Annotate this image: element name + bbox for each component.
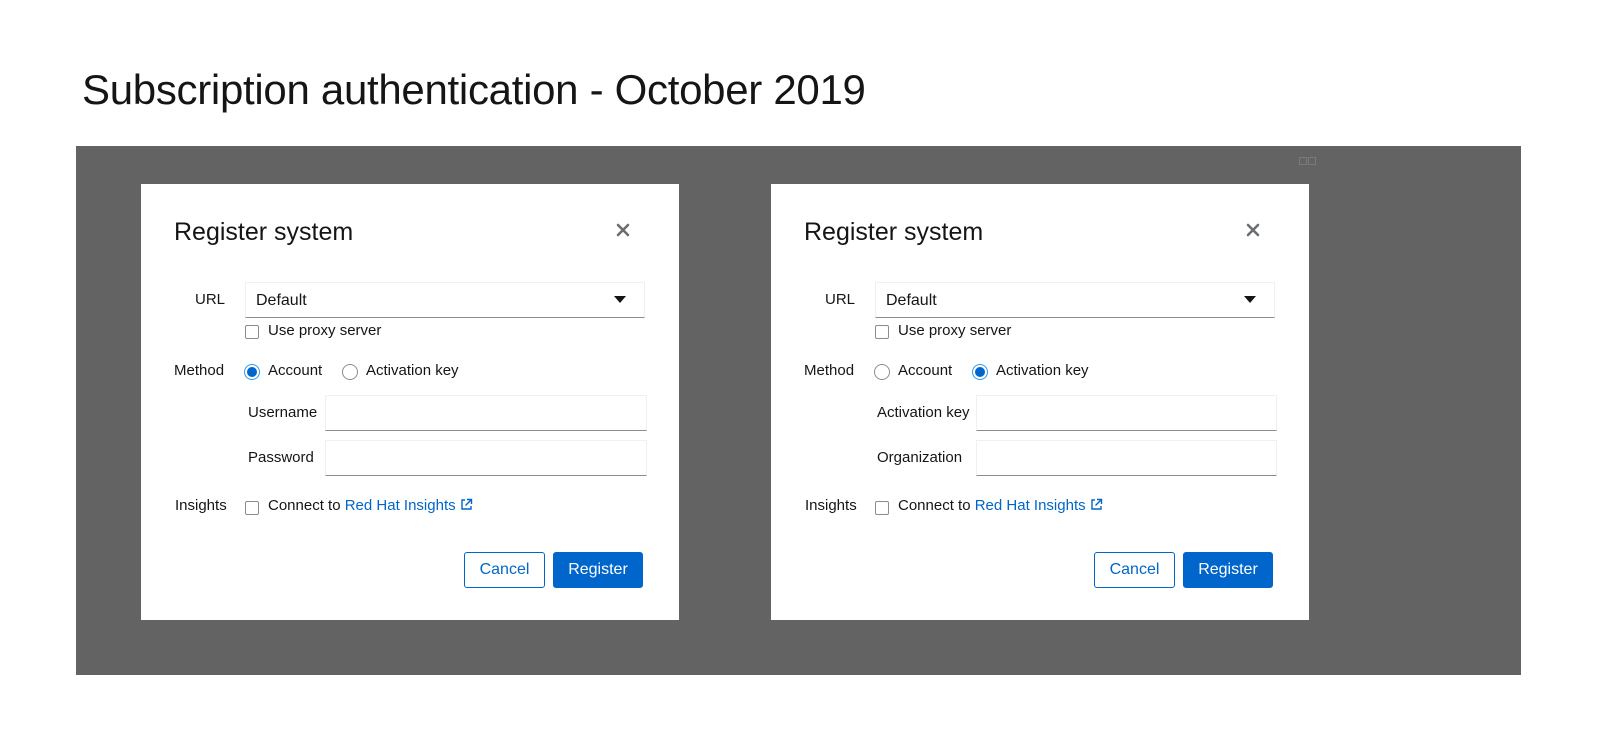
insights-checkbox[interactable] xyxy=(245,501,259,515)
organization-input[interactable] xyxy=(976,440,1277,476)
close-button[interactable] xyxy=(611,218,635,242)
close-button[interactable] xyxy=(1241,218,1265,242)
method-label: Method xyxy=(804,362,855,379)
method-option-account-label: Account xyxy=(268,362,323,379)
url-select[interactable]: Default xyxy=(875,282,1275,318)
insights-link-text: Red Hat Insights xyxy=(344,497,456,514)
insights-link-text: Red Hat Insights xyxy=(974,497,1086,514)
insights-connect-prefix: Connect to xyxy=(268,497,341,514)
method-option-activation-key-label: Activation key xyxy=(996,362,1089,379)
password-label: Password xyxy=(248,449,314,466)
use-proxy-checkbox[interactable] xyxy=(245,325,259,339)
method-label: Method xyxy=(174,362,225,379)
url-select-value: Default xyxy=(256,292,307,309)
insights-connect-text: Connect to Red Hat Insights xyxy=(268,496,473,516)
method-radio-activation-key[interactable] xyxy=(972,364,988,380)
organization-label: Organization xyxy=(877,449,963,466)
page-title: Subscription authentication - October 20… xyxy=(82,66,866,113)
insights-connect-prefix: Connect to xyxy=(898,497,971,514)
close-icon xyxy=(1246,223,1260,237)
insights-checkbox[interactable] xyxy=(875,501,889,515)
register-system-modal-activation-key: Register system URL Default Use proxy se… xyxy=(771,184,1309,620)
use-proxy-checkbox[interactable] xyxy=(875,325,889,339)
url-label: URL xyxy=(195,291,226,308)
activation-key-label: Activation key xyxy=(877,404,970,421)
close-icon xyxy=(616,223,630,237)
cancel-button[interactable]: Cancel xyxy=(464,552,545,588)
modal-title: Register system xyxy=(804,218,984,246)
method-radio-account[interactable] xyxy=(874,364,890,380)
use-proxy-label: Use proxy server xyxy=(898,322,1012,339)
password-input[interactable] xyxy=(325,440,647,476)
method-option-activation-key-label: Activation key xyxy=(366,362,459,379)
insights-connect-text: Connect to Red Hat Insights xyxy=(898,496,1103,516)
red-hat-insights-link[interactable]: Red Hat Insights xyxy=(975,497,1103,514)
register-button[interactable]: Register xyxy=(553,552,643,588)
register-button[interactable]: Register xyxy=(1183,552,1273,588)
method-radio-activation-key[interactable] xyxy=(342,364,358,380)
modal-backdrop: Register system URL Default Use proxy se… xyxy=(76,146,1521,675)
use-proxy-label: Use proxy server xyxy=(268,322,382,339)
caret-down-icon xyxy=(614,296,626,303)
red-hat-insights-link[interactable]: Red Hat Insights xyxy=(345,497,473,514)
url-label: URL xyxy=(825,291,856,308)
insights-label: Insights xyxy=(805,497,857,514)
external-link-icon xyxy=(460,498,472,510)
caret-down-icon xyxy=(1244,296,1256,303)
resize-handle-icon xyxy=(1299,157,1316,165)
register-system-modal-account: Register system URL Default Use proxy se… xyxy=(141,184,679,620)
url-select[interactable]: Default xyxy=(245,282,645,318)
username-label: Username xyxy=(248,404,318,421)
username-input[interactable] xyxy=(325,395,647,431)
cancel-button[interactable]: Cancel xyxy=(1094,552,1175,588)
method-radio-account[interactable] xyxy=(244,364,260,380)
url-select-value: Default xyxy=(886,292,937,309)
activation-key-input[interactable] xyxy=(976,395,1277,431)
insights-label: Insights xyxy=(175,497,227,514)
external-link-icon xyxy=(1090,498,1102,510)
modal-title: Register system xyxy=(174,218,354,246)
method-option-account-label: Account xyxy=(898,362,953,379)
